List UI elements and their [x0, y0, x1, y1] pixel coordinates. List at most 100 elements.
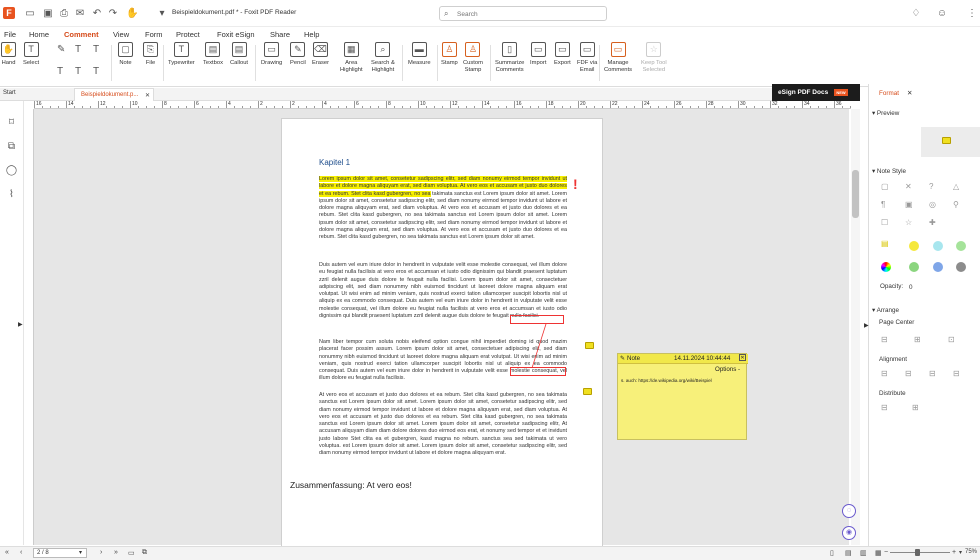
chat-assistant-button[interactable]: ◉	[842, 526, 856, 540]
custom-stamp-button[interactable]: ♙ Custom Stamp	[463, 42, 483, 74]
comments-icon[interactable]: ◯	[5, 165, 18, 178]
search-box[interactable]: ⌕	[439, 6, 607, 21]
settings-icon[interactable]: ⋮	[966, 8, 978, 19]
distribute-vertical-icon[interactable]: ⊞	[912, 403, 919, 412]
expand-panel-icon[interactable]: ▶	[18, 321, 23, 328]
drawing-button[interactable]: ▭ Drawing	[261, 42, 282, 67]
note-button[interactable]: ▢ Note	[118, 42, 133, 67]
eraser-button[interactable]: ⌫ Eraser	[312, 42, 329, 67]
manage-comments-button[interactable]: ▭ Manage Comments	[604, 42, 632, 74]
align-center-icon[interactable]: ⊟	[905, 369, 912, 378]
menu-share[interactable]: Share	[270, 30, 290, 39]
tab-start[interactable]: Start	[3, 90, 16, 96]
export-button[interactable]: ▭ Export	[554, 42, 571, 67]
callout-button[interactable]: ▤ Callout	[230, 42, 248, 67]
menu-home[interactable]: Home	[29, 30, 49, 39]
color-swatch-cyan[interactable]	[933, 241, 943, 251]
ai-assistant-button[interactable]: ◌	[842, 504, 856, 518]
comment-style-icon[interactable]: ▢	[881, 182, 889, 191]
last-page-icon[interactable]: »	[114, 549, 118, 556]
zoom-dropdown-icon[interactable]: ▾	[959, 549, 962, 556]
distribute-horizontal-icon[interactable]: ⊟	[881, 403, 888, 412]
opacity-value[interactable]: 0	[909, 284, 913, 291]
selected-note-style-icon[interactable]: ▤	[881, 239, 889, 248]
paragraph-style-icon[interactable]: ¶	[881, 200, 885, 209]
color-swatch-green[interactable]	[909, 262, 919, 272]
format-tab[interactable]: Format	[879, 90, 899, 97]
note-annotation-icon[interactable]	[583, 388, 592, 395]
align-top-icon[interactable]: ⊟	[953, 369, 960, 378]
align-left-icon[interactable]: ⊟	[881, 369, 888, 378]
customize-quick-access-icon[interactable]: ▾	[156, 8, 168, 19]
squiggly-icon[interactable]: T	[57, 66, 63, 77]
newparagraph-style-icon[interactable]: ▣	[905, 200, 913, 209]
color-swatch-gray[interactable]	[956, 262, 966, 272]
menu-protect[interactable]: Protect	[176, 30, 200, 39]
replace-text-icon[interactable]: T	[75, 66, 81, 77]
color-swatch-light-green[interactable]	[956, 241, 966, 251]
triangle-style-icon[interactable]: △	[953, 182, 959, 191]
view-mode-continuous-icon[interactable]: ▤	[845, 549, 852, 557]
textbox-button[interactable]: ▤ Textbox	[203, 42, 223, 67]
center-vertical-icon[interactable]: ⊞	[914, 335, 921, 344]
menu-file[interactable]: File	[4, 30, 16, 39]
page-dropdown-icon[interactable]: ▾	[79, 549, 82, 558]
undo-icon[interactable]: ↶	[91, 8, 103, 19]
hand-tool-icon[interactable]: ✋	[126, 8, 138, 19]
star-style-icon[interactable]: ☆	[905, 218, 912, 227]
zoom-slider[interactable]	[890, 552, 950, 553]
pencil-button[interactable]: ✎ Pencil	[290, 42, 306, 67]
zoom-out-icon[interactable]: −	[884, 549, 888, 556]
first-page-icon[interactable]: «	[5, 549, 9, 556]
key-style-icon[interactable]: ✕	[905, 182, 912, 191]
esign-promo-banner[interactable]: eSign PDF Docs NEW	[772, 84, 860, 101]
color-swatch-blue[interactable]	[933, 262, 943, 272]
note-popup[interactable]: ✎ Note 14.11.2024 10:44:44 ✕ Options - s…	[617, 353, 748, 440]
color-swatch-yellow[interactable]	[909, 241, 919, 251]
account-icon[interactable]: ☺	[936, 8, 948, 19]
bookmark-icon[interactable]: ⌑	[5, 117, 18, 130]
strikeout-icon[interactable]: T	[93, 44, 99, 55]
check-style-icon[interactable]: ☐	[881, 218, 888, 227]
menu-view[interactable]: View	[113, 30, 129, 39]
summarize-comments-button[interactable]: ▯ Summarize Comments	[495, 42, 524, 74]
email-icon[interactable]: ✉	[74, 8, 86, 19]
center-horizontal-icon[interactable]: ⊟	[881, 335, 888, 344]
zoom-level[interactable]: 75%	[965, 549, 977, 555]
circle-style-icon[interactable]: ◎	[929, 200, 936, 209]
menu-form[interactable]: Form	[145, 30, 163, 39]
notification-bell-icon[interactable]: ♢	[910, 8, 922, 19]
highlight-icon[interactable]: ✎	[57, 44, 65, 55]
tab-document[interactable]: Beispieldokument.p... ✕	[74, 88, 154, 101]
vertical-scroll-thumb[interactable]	[852, 170, 859, 218]
view-mode-cover-icon[interactable]: ▦	[875, 549, 882, 557]
continuous-page-icon[interactable]: ⧉	[142, 549, 147, 557]
close-tab-icon[interactable]: ✕	[145, 92, 150, 99]
select-button[interactable]: T Select	[23, 42, 39, 67]
import-button[interactable]: ▭ Import	[530, 42, 546, 67]
underline-icon[interactable]: T	[75, 44, 81, 55]
view-mode-single-icon[interactable]: ▯	[830, 549, 834, 557]
menu-foxit-esign[interactable]: Foxit eSign	[217, 30, 255, 39]
stamp-button[interactable]: ♙ Stamp	[441, 42, 458, 67]
previous-page-icon[interactable]: ‹	[20, 549, 22, 556]
collapse-panel-icon[interactable]: ▶	[864, 322, 869, 329]
single-page-icon[interactable]: ▭	[128, 549, 135, 557]
close-panel-icon[interactable]: ✕	[907, 90, 912, 97]
fdf-via-email-button[interactable]: ▭ FDF via Email	[577, 42, 597, 74]
menu-help[interactable]: Help	[304, 30, 319, 39]
help-style-icon[interactable]: ?	[929, 182, 933, 191]
insert-text-icon[interactable]: T	[93, 66, 99, 77]
pin-style-icon[interactable]: ⚲	[953, 200, 959, 209]
search-input[interactable]	[457, 9, 597, 19]
note-popup-text[interactable]: s. auch: https://de.wikipedia.org/wiki/B…	[621, 378, 712, 383]
next-page-icon[interactable]: ›	[100, 549, 102, 556]
exclamation-annotation[interactable]: !	[573, 176, 578, 192]
close-popup-icon[interactable]: ✕	[739, 354, 746, 361]
redo-icon[interactable]: ↷	[107, 8, 119, 19]
area-highlight-button[interactable]: ▦ Area Highlight	[340, 42, 363, 74]
measure-button[interactable]: ▬ Measure	[408, 42, 431, 67]
cross-style-icon[interactable]: ✚	[929, 218, 936, 227]
custom-color-picker[interactable]	[881, 262, 891, 272]
open-folder-icon[interactable]: ▭	[24, 8, 36, 19]
